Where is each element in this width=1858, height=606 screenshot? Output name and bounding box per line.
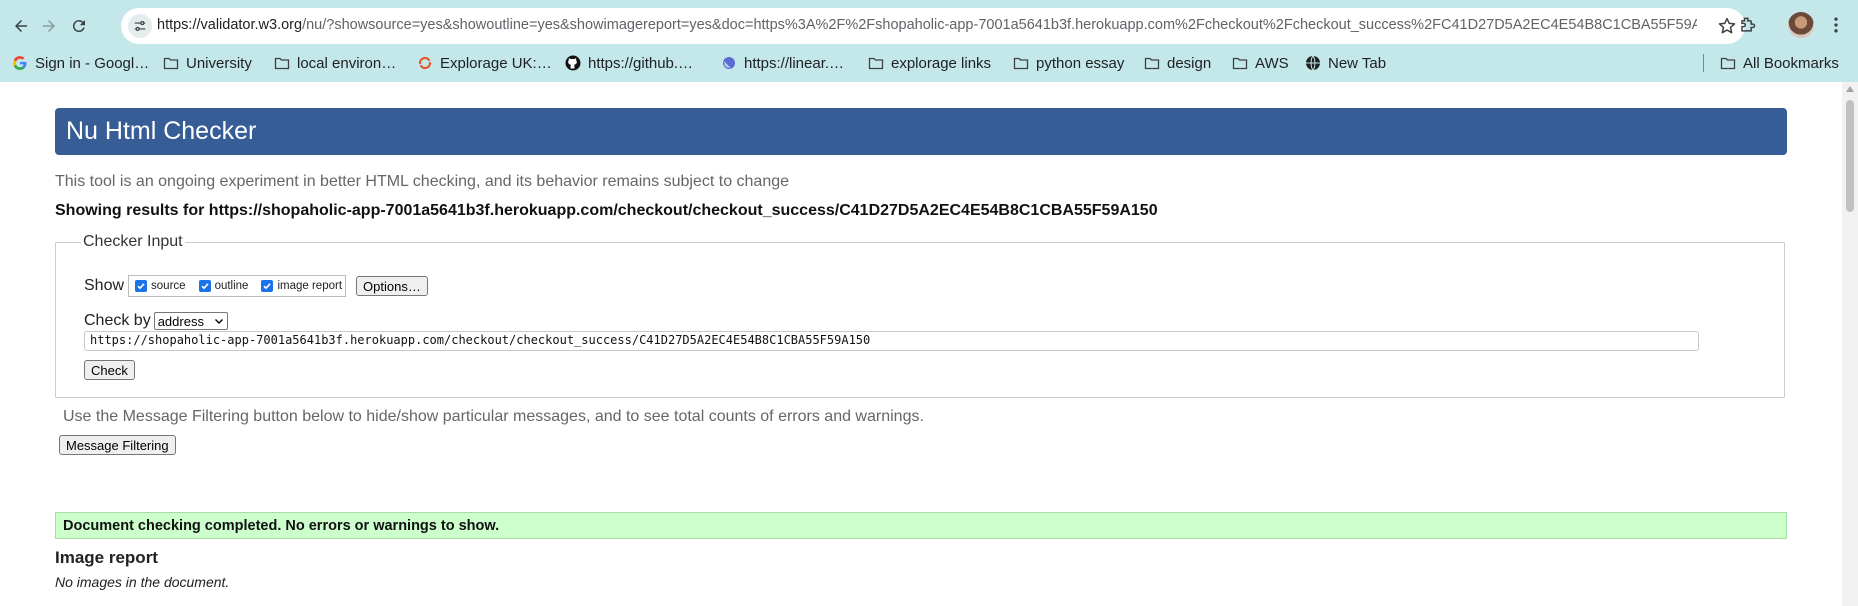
bookmark-label: https://github.… [588,54,694,72]
folder-icon [1144,55,1160,71]
globe-icon [1305,55,1321,71]
message-filtering-note: Use the Message Filtering button below t… [63,408,924,425]
folder-icon [1013,55,1029,71]
page-content: Nu Html Checker This tool is an ongoing … [0,82,1842,606]
checkbox-checked-icon[interactable] [135,280,148,292]
scroll-up-arrow-icon[interactable] [1846,86,1854,92]
folder-icon [1720,55,1736,71]
bookmark-local-environ[interactable]: local environ… [274,52,396,74]
checkbox-checked-icon[interactable] [198,280,211,292]
folder-icon [868,55,884,71]
bookmark-linear[interactable]: https://linear.… [721,52,844,74]
explorage-icon [417,55,433,71]
show-outline-label: outline [214,280,249,292]
message-filtering-button[interactable]: Message Filtering [59,435,176,455]
bookmark-label: AWS [1255,54,1289,72]
bookmark-explorage-links[interactable]: explorage links [868,52,991,74]
extensions-icon[interactable] [1734,12,1760,38]
forward-button[interactable] [33,10,65,42]
chevron-down-icon [214,319,223,324]
bookmark-aws[interactable]: AWS [1232,52,1289,74]
arrow-right-icon [43,20,55,32]
bookmark-python-essay[interactable]: python essay [1013,52,1124,74]
bookmark-label: Explorage UK:… [440,54,552,72]
profile-avatar[interactable] [1788,12,1814,38]
bookmark-label: python essay [1036,54,1125,72]
reload-button[interactable] [63,10,95,42]
site-info-icon[interactable] [128,14,152,38]
no-images-text: No images in the document. [55,574,230,590]
check-by-row: Check by address [84,312,228,330]
show-options-group: source outline image report [128,275,347,297]
check-by-value: address [157,313,204,329]
github-icon [565,55,581,71]
menu-dots-icon[interactable] [1823,12,1849,38]
folder-icon [163,55,179,71]
bookmark-label: explorage links [891,54,992,72]
bookmarks-bar: Sign in - Googl… University local enviro… [0,49,1858,77]
url-text: https://validator.w3.org/nu/?showsource=… [157,17,1697,33]
image-report-heading: Image report [55,548,158,567]
google-icon [12,55,28,71]
bookmark-label: design [1167,54,1212,72]
show-source-option[interactable]: source [130,280,186,292]
show-source-label: source [151,280,186,292]
bookmark-github[interactable]: https://github.… [565,52,693,74]
bookmark-new-tab[interactable]: New Tab [1305,52,1386,74]
linear-icon [721,55,737,71]
bookmark-university[interactable]: University [163,52,252,74]
browser-toolbar: https://validator.w3.org/nu/?showsource=… [0,0,1858,82]
folder-icon [1232,55,1248,71]
bookmarks-divider [1703,54,1704,72]
bookmark-label: https://linear.… [744,54,845,72]
bookmark-design[interactable]: design [1144,52,1211,74]
show-outline-option[interactable]: outline [194,280,249,292]
bookmark-label: New Tab [1328,54,1387,72]
bookmark-label: Sign in - Googl… [35,54,150,72]
checker-input-legend: Checker Input [83,233,183,250]
checker-input-fieldset: Checker Input Show source outline image … [55,233,1785,398]
results-heading: Showing results for https://shopaholic-a… [55,202,1158,219]
page-header: Nu Html Checker [55,108,1787,155]
document-url-input[interactable]: https://shopaholic-app-7001a5641b3f.hero… [84,331,1699,351]
bookmark-explorage-uk[interactable]: Explorage UK:… [417,52,552,74]
page-title: Nu Html Checker [66,117,257,145]
checkbox-checked-icon[interactable] [261,280,274,292]
show-image-report-label: image report [277,280,343,292]
all-bookmarks-label: All Bookmarks [1743,54,1839,72]
bookmark-google[interactable]: Sign in - Googl… [12,52,149,74]
check-by-label: Check by [84,312,151,329]
check-by-select[interactable]: address [153,312,228,330]
check-button[interactable]: Check [84,360,135,380]
success-message: Document checking completed. No errors o… [55,512,1787,539]
reload-icon [72,20,85,33]
bookmark-label: University [186,54,252,72]
url-host: https://validator.w3.org [157,17,303,33]
intro-text: This tool is an ongoing experiment in be… [55,173,790,190]
address-bar[interactable]: https://validator.w3.org/nu/?showsource=… [121,8,1745,44]
arrow-left-icon [15,20,27,32]
page-scrollbar[interactable] [1842,82,1858,606]
url-path: /nu/?showsource=yes&showoutline=yes&show… [302,17,1697,33]
show-label: Show [84,277,125,294]
show-image-report-option[interactable]: image report [256,280,342,292]
scrollbar-thumb[interactable] [1846,100,1854,212]
options-button[interactable]: Options… [356,276,428,296]
all-bookmarks[interactable]: All Bookmarks [1720,52,1839,74]
folder-icon [274,55,290,71]
show-options-row: Show source outline image report Options… [84,275,428,297]
bookmark-label: local environ… [297,54,397,72]
